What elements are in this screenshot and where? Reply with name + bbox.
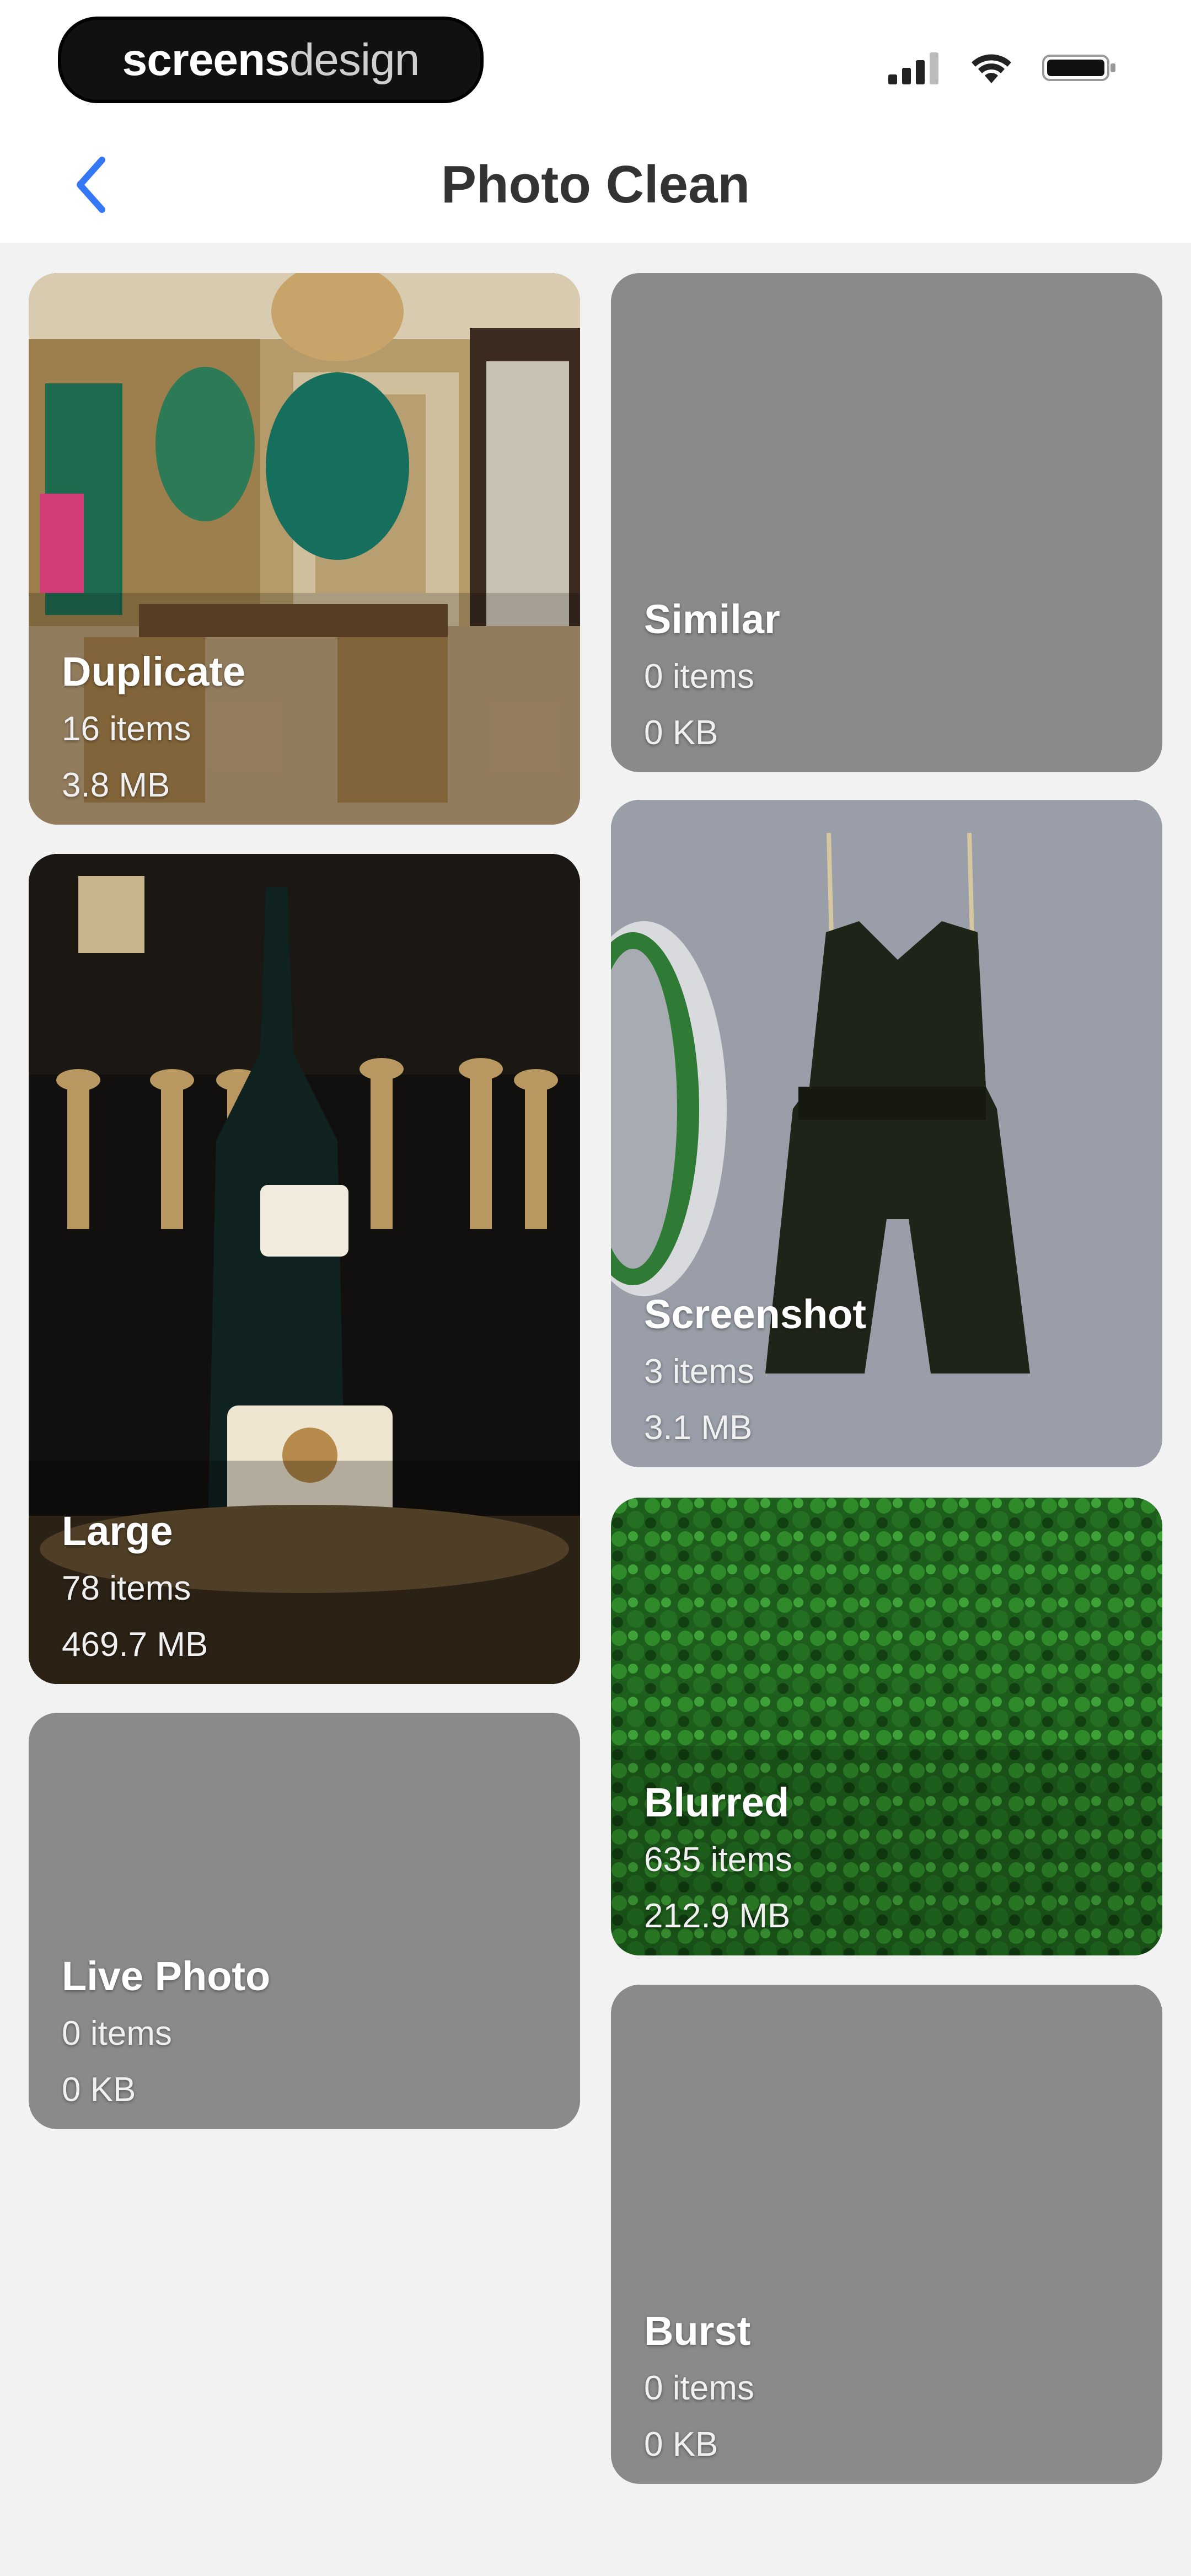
- card-item-count: 0 items: [62, 2014, 172, 2053]
- card-size: 3.8 MB: [62, 766, 170, 804]
- card-item-count: 16 items: [62, 710, 191, 748]
- wifi-icon: [972, 54, 1011, 83]
- category-card-screenshot[interactable]: Screenshot 3 items 3.1 MB: [611, 800, 1162, 1467]
- category-card-live-photo[interactable]: Live Photo 0 items 0 KB: [29, 1713, 580, 2129]
- card-text: Live Photo 0 items 0 KB: [62, 1956, 558, 2129]
- card-size: 469.7 MB: [62, 1626, 208, 1664]
- card-item-count: 78 items: [62, 1569, 191, 1607]
- battery-icon: [1042, 55, 1115, 81]
- category-card-duplicate[interactable]: Duplicate 16 items 3.8 MB: [29, 273, 580, 825]
- category-card-blurred[interactable]: Blurred 635 items 212.9 MB: [611, 1498, 1162, 1955]
- category-card-burst[interactable]: Burst 0 items 0 KB: [611, 1985, 1162, 2484]
- card-item-count: 0 items: [644, 658, 754, 696]
- card-text: Similar 0 items 0 KB: [644, 599, 1140, 772]
- card-title: Blurred: [644, 1779, 790, 1825]
- card-title: Screenshot: [644, 1291, 867, 1337]
- card-item-count: 635 items: [644, 1841, 792, 1879]
- page-title: Photo Clean: [441, 155, 750, 214]
- brand-logo: screens design: [58, 17, 484, 103]
- card-text: Duplicate 16 items 3.8 MB: [62, 651, 558, 825]
- card-size: 3.1 MB: [644, 1409, 753, 1447]
- status-icons: [888, 49, 1119, 87]
- card-size: 0 KB: [62, 2071, 136, 2109]
- card-title: Live Photo: [62, 1953, 271, 1999]
- card-text: Large 78 items 469.7 MB: [62, 1511, 558, 1684]
- card-title: Large: [62, 1508, 173, 1554]
- card-title: Burst: [644, 2308, 751, 2354]
- brand-logo-part1: screens: [122, 34, 290, 85]
- card-text: Blurred 635 items 212.9 MB: [644, 1782, 1140, 1955]
- card-text: Burst 0 items 0 KB: [644, 2311, 1140, 2484]
- card-size: 212.9 MB: [644, 1897, 791, 1935]
- card-title: Duplicate: [62, 649, 246, 694]
- card-size: 0 KB: [644, 2425, 718, 2463]
- card-title: Similar: [644, 596, 780, 642]
- card-size: 0 KB: [644, 714, 718, 752]
- nav-bar: Photo Clean: [0, 127, 1191, 243]
- card-text: Screenshot 3 items 3.1 MB: [644, 1294, 1140, 1467]
- card-item-count: 3 items: [644, 1353, 754, 1391]
- signal-icon: [888, 52, 938, 84]
- category-card-large[interactable]: Large 78 items 469.7 MB: [29, 854, 580, 1684]
- card-item-count: 0 items: [644, 2369, 754, 2407]
- brand-logo-part2: design: [289, 34, 420, 85]
- status-bar: screens design: [0, 0, 1191, 127]
- category-card-similar[interactable]: Similar 0 items 0 KB: [611, 273, 1162, 772]
